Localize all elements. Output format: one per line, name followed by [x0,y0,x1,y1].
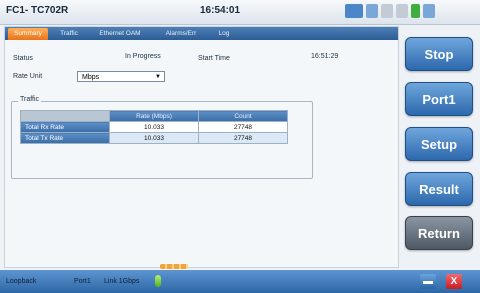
port1-button[interactable]: Port1 [405,82,473,116]
signal-icon [381,4,393,18]
traffic-group: Traffic Rate (Mbps) Count Total Rx Rate … [11,96,313,179]
rx-count-value: 27748 [198,121,288,133]
tx-rate-value: 10.033 [109,132,199,144]
rx-rate-value: 10.033 [109,121,199,133]
traffic-table: Rate (Mbps) Count Total Rx Rate 10.033 2… [20,110,288,144]
link-status-led-icon [155,275,161,287]
traffic-title: Traffic [18,96,42,103]
rate-unit-value: Mbps [82,74,100,81]
stop-button[interactable]: Stop [405,37,473,71]
tab-log[interactable]: Log [210,28,238,40]
result-button[interactable]: Result [405,172,473,206]
progress-indicator [160,264,188,269]
table-row: Total Tx Rate 10.033 27748 [20,132,288,144]
minimize-icon[interactable]: ▬ [420,274,436,289]
main-panel: Summary Traffic Ethernet OAM Alarms/Err … [4,26,399,268]
close-button[interactable]: X [446,274,462,289]
tab-summary[interactable]: Summary [8,28,48,40]
start-time-label: Start Time [198,55,230,62]
tab-ethernet-oam[interactable]: Ethernet OAM [89,28,151,40]
table-header-row: Rate (Mbps) Count [20,110,288,122]
battery-icon [411,4,420,18]
status-value: In Progress [125,53,161,60]
rate-unit-select[interactable]: Mbps ▼ [77,71,165,82]
start-time-value: 16:51:29 [311,53,339,60]
tab-traffic[interactable]: Traffic [53,28,85,40]
row-label: Total Rx Rate [20,121,110,133]
rate-unit-label: Rate Unit [13,73,43,80]
mode-label: Loopback [6,278,37,285]
title-bar: FC1- TC702R 16:54:01 [0,0,480,25]
usb-icon [396,4,408,18]
header-rate: Rate (Mbps) [109,110,199,122]
status-label: Status [13,55,33,62]
network-icon[interactable] [345,4,363,18]
display-icon [366,4,378,18]
link-label: Link 1Gbps [104,278,140,285]
keyboard-icon[interactable] [423,4,435,18]
header-count: Count [198,110,288,122]
clock: 16:54:01 [200,5,241,16]
status-bar: Loopback Port1 Link 1Gbps ▬ X [0,270,480,293]
row-label: Total Tx Rate [20,132,110,144]
app-title: FC1- TC702R [6,5,69,16]
setup-button[interactable]: Setup [405,127,473,161]
tab-alarms-err[interactable]: Alarms/Err [155,28,207,40]
chevron-down-icon: ▼ [155,74,161,80]
table-row: Total Rx Rate 10.033 27748 [20,121,288,133]
tab-bar: Summary Traffic Ethernet OAM Alarms/Err … [5,27,398,40]
tx-count-value: 27748 [198,132,288,144]
return-button[interactable]: Return [405,216,473,250]
header-blank [20,110,110,122]
status-icons [345,4,435,18]
port-label: Port1 [74,278,91,285]
